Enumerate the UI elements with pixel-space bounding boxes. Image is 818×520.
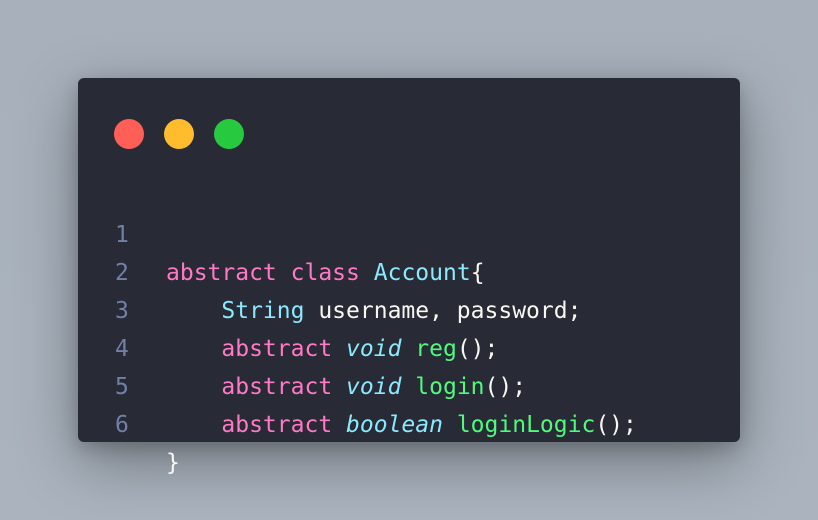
maximize-window-button[interactable] [214,119,244,149]
function-name-token: loginLogic [456,412,596,438]
code-line: 3 abstract void reg(); [78,254,740,362]
code-block: 1 abstract class Account{ 2 String usern… [78,178,740,476]
type-token: boolean [346,412,443,438]
line-content: } [166,444,180,482]
code-line: 5 abstract boolean loginLogic(); [78,330,740,438]
code-line: 2 String username, password; [78,216,740,324]
code-text-token: (); [595,412,637,438]
code-text-token: } [166,450,180,476]
code-line: 4 abstract void login(); [78,292,740,400]
code-line: 1 abstract class Account{ [78,178,740,286]
line-number: 6 [115,412,129,438]
code-line: 6 } [78,368,740,476]
code-window: 1 abstract class Account{ 2 String usern… [78,78,740,476]
minimize-window-button[interactable] [164,119,194,149]
close-window-button[interactable] [114,119,144,149]
line-content: abstract boolean loginLogic(); [166,406,637,444]
window-controls [114,119,244,149]
keyword-token: abstract [221,412,333,438]
